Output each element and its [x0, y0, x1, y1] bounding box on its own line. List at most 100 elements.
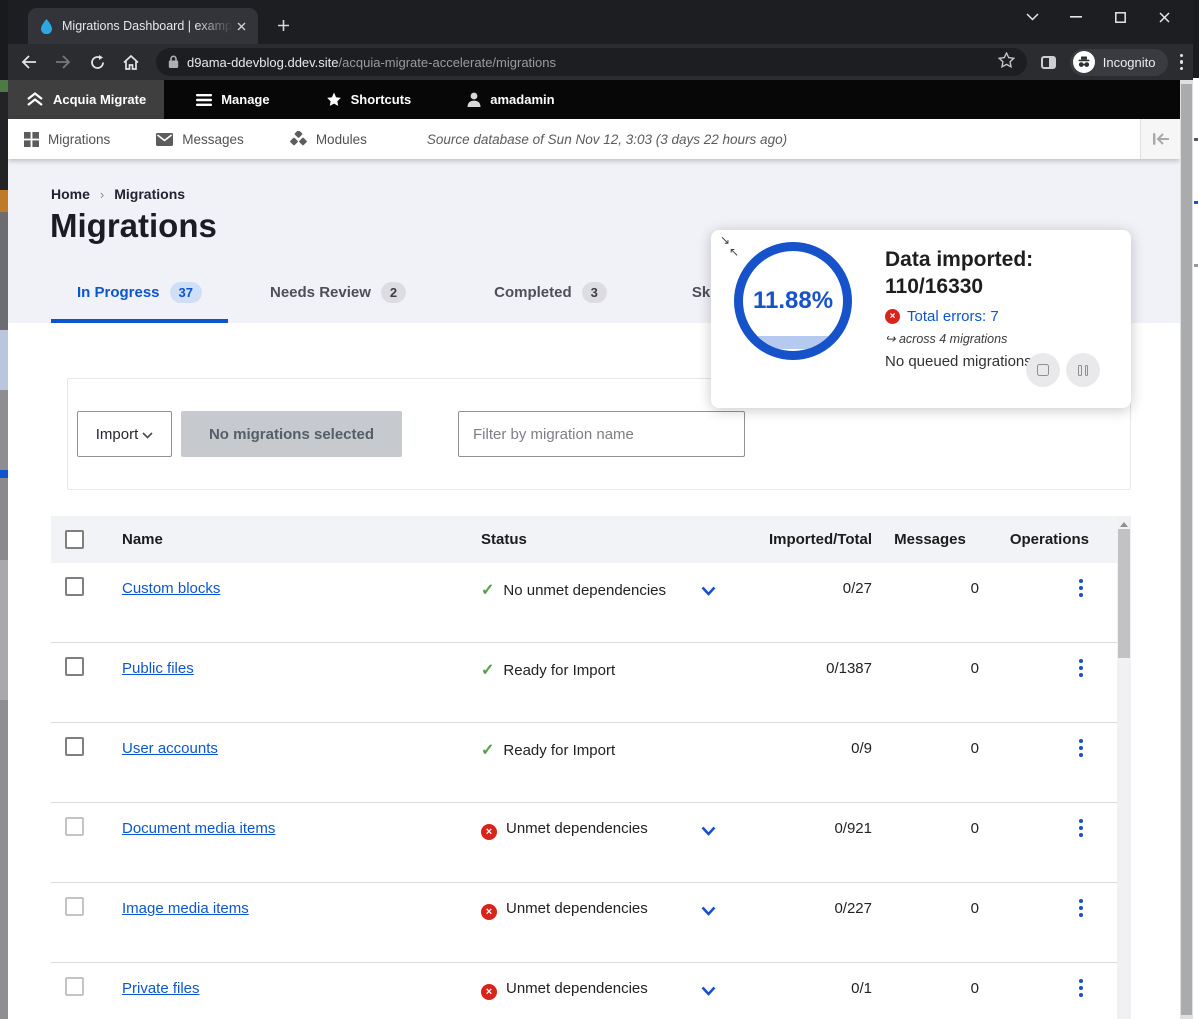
migration-link[interactable]: Document media items — [122, 820, 275, 837]
tab-completed[interactable]: Completed 3 — [468, 282, 633, 323]
status-text: Unmet dependencies — [506, 820, 648, 837]
header-operations: Operations — [991, 531, 1117, 548]
tab-label: Completed — [494, 284, 572, 301]
browser-tab-strip: Migrations Dashboard | example — [8, 0, 1193, 44]
tab-count-badge: 37 — [170, 282, 202, 303]
chevron-down-icon[interactable] — [701, 583, 716, 600]
migration-link[interactable]: Custom blocks — [122, 580, 220, 597]
imported-total-value: 0/9 — [741, 723, 881, 802]
error-icon: × — [481, 824, 497, 840]
table-scrollbar[interactable] — [1117, 516, 1131, 1019]
total-errors-link[interactable]: Total errors: 7 — [907, 308, 999, 325]
window-chevron-icon[interactable] — [1023, 8, 1041, 26]
row-checkbox[interactable] — [65, 897, 84, 916]
filter-input[interactable] — [458, 411, 745, 457]
admin-item-label: Shortcuts — [351, 92, 412, 107]
row-checkbox[interactable] — [65, 577, 84, 596]
imported-total-value: 0/1387 — [741, 643, 881, 722]
header-status: Status — [481, 531, 741, 548]
window-scrollbar-thumb[interactable] — [1181, 84, 1192, 1015]
collapse-arrows-icon[interactable]: ↘↖ — [720, 234, 739, 258]
scroll-up-icon[interactable] — [1117, 516, 1131, 529]
migration-link[interactable]: Image media items — [122, 900, 249, 917]
kebab-menu-icon[interactable] — [1073, 897, 1089, 962]
status-text: No unmet dependencies — [503, 582, 666, 599]
breadcrumb-home[interactable]: Home — [51, 186, 90, 202]
browser-menu-icon[interactable] — [1180, 54, 1184, 71]
tool-item-modules[interactable]: Modules — [274, 131, 383, 147]
data-imported-heading: Data imported: 110/16330 — [885, 246, 1033, 300]
pause-button[interactable] — [1066, 353, 1100, 387]
chevron-down-icon[interactable] — [701, 823, 716, 840]
back-icon[interactable] — [16, 49, 42, 75]
stop-icon — [1037, 364, 1049, 376]
table-header-row: Name Status Imported/Total Messages Oper… — [51, 516, 1131, 563]
address-bar[interactable]: d9ama-ddevblog.ddev.site/acquia-migrate-… — [156, 48, 1027, 76]
window-scrollbar[interactable] — [1180, 80, 1193, 1019]
tab-in-progress[interactable]: In Progress 37 — [51, 282, 228, 323]
error-icon: × — [885, 309, 900, 324]
kebab-menu-icon[interactable] — [1073, 577, 1089, 642]
admin-item-label: Manage — [221, 92, 269, 107]
screen: Migrations Dashboard | example — [0, 0, 1199, 1019]
import-label: Import — [96, 426, 139, 443]
pause-icon — [1078, 365, 1088, 376]
browser-window: Migrations Dashboard | example — [8, 0, 1193, 1019]
reload-icon[interactable] — [84, 49, 110, 75]
window-close-icon[interactable] — [1155, 8, 1173, 26]
admin-item-manage[interactable]: Manage — [180, 80, 285, 119]
browser-tab[interactable]: Migrations Dashboard | example — [28, 8, 258, 44]
tool-item-label: Modules — [316, 132, 367, 147]
status-text: Ready for Import — [503, 662, 615, 679]
row-checkbox[interactable] — [65, 977, 84, 996]
admin-item-label: Acquia Migrate — [53, 92, 146, 107]
migration-link[interactable]: User accounts — [122, 740, 218, 757]
tool-item-migrations[interactable]: Migrations — [8, 132, 126, 147]
tab-count-badge: 2 — [381, 282, 406, 303]
kebab-menu-icon[interactable] — [1073, 977, 1089, 1019]
window-maximize-icon[interactable] — [1111, 8, 1129, 26]
acquia-migrate-logo-icon — [26, 92, 44, 107]
row-checkbox[interactable] — [65, 737, 84, 756]
forward-icon[interactable] — [50, 49, 76, 75]
messages-count: 0 — [881, 723, 991, 802]
breadcrumb-current: Migrations — [114, 186, 185, 202]
select-all-checkbox[interactable] — [65, 530, 84, 549]
bookmark-star-icon[interactable] — [998, 52, 1015, 73]
import-dropdown-button[interactable]: Import — [77, 411, 172, 457]
table-row: Image media items ×Unmet dependencies 0/… — [51, 883, 1131, 963]
window-minimize-icon[interactable] — [1067, 8, 1085, 26]
incognito-icon — [1073, 51, 1095, 73]
tab-needs-review[interactable]: Needs Review 2 — [244, 282, 432, 323]
admin-item-shortcuts[interactable]: Shortcuts — [310, 80, 428, 119]
table-row: Document media items × Unmet dependencies… — [51, 803, 1131, 883]
tool-item-messages[interactable]: Messages — [140, 132, 260, 147]
url-domain: d9ama-ddevblog.ddev.site — [187, 55, 339, 70]
modules-icon — [290, 131, 307, 147]
migration-link[interactable]: Public files — [122, 660, 194, 677]
kebab-menu-icon[interactable] — [1073, 817, 1089, 882]
admin-item-user[interactable]: amadamin — [451, 80, 570, 119]
row-checkbox[interactable] — [65, 817, 84, 836]
grid-icon — [24, 132, 39, 147]
side-panel-icon[interactable] — [1041, 56, 1056, 69]
toolbar-collapse-button[interactable] — [1140, 119, 1180, 159]
row-checkbox[interactable] — [65, 657, 84, 676]
chevron-down-icon[interactable] — [701, 903, 716, 920]
table-scrollbar-thumb[interactable] — [1118, 529, 1130, 658]
chevron-down-icon[interactable] — [701, 983, 716, 1000]
home-icon[interactable] — [118, 49, 144, 75]
kebab-menu-icon[interactable] — [1073, 737, 1089, 802]
browser-tab-title: Migrations Dashboard | example — [62, 19, 233, 33]
new-tab-button[interactable] — [270, 12, 296, 38]
admin-item-acquia-migrate[interactable]: Acquia Migrate — [8, 80, 164, 119]
stop-button[interactable] — [1026, 353, 1060, 387]
messages-count: 0 — [881, 643, 991, 722]
incognito-badge: Incognito — [1070, 49, 1168, 76]
tab-close-icon[interactable] — [233, 18, 250, 35]
header-messages: Messages — [881, 531, 991, 548]
migration-link[interactable]: Private files — [122, 980, 200, 997]
collapse-left-icon — [1152, 133, 1170, 145]
progress-ring: 11.88% — [734, 242, 852, 360]
kebab-menu-icon[interactable] — [1073, 657, 1089, 722]
